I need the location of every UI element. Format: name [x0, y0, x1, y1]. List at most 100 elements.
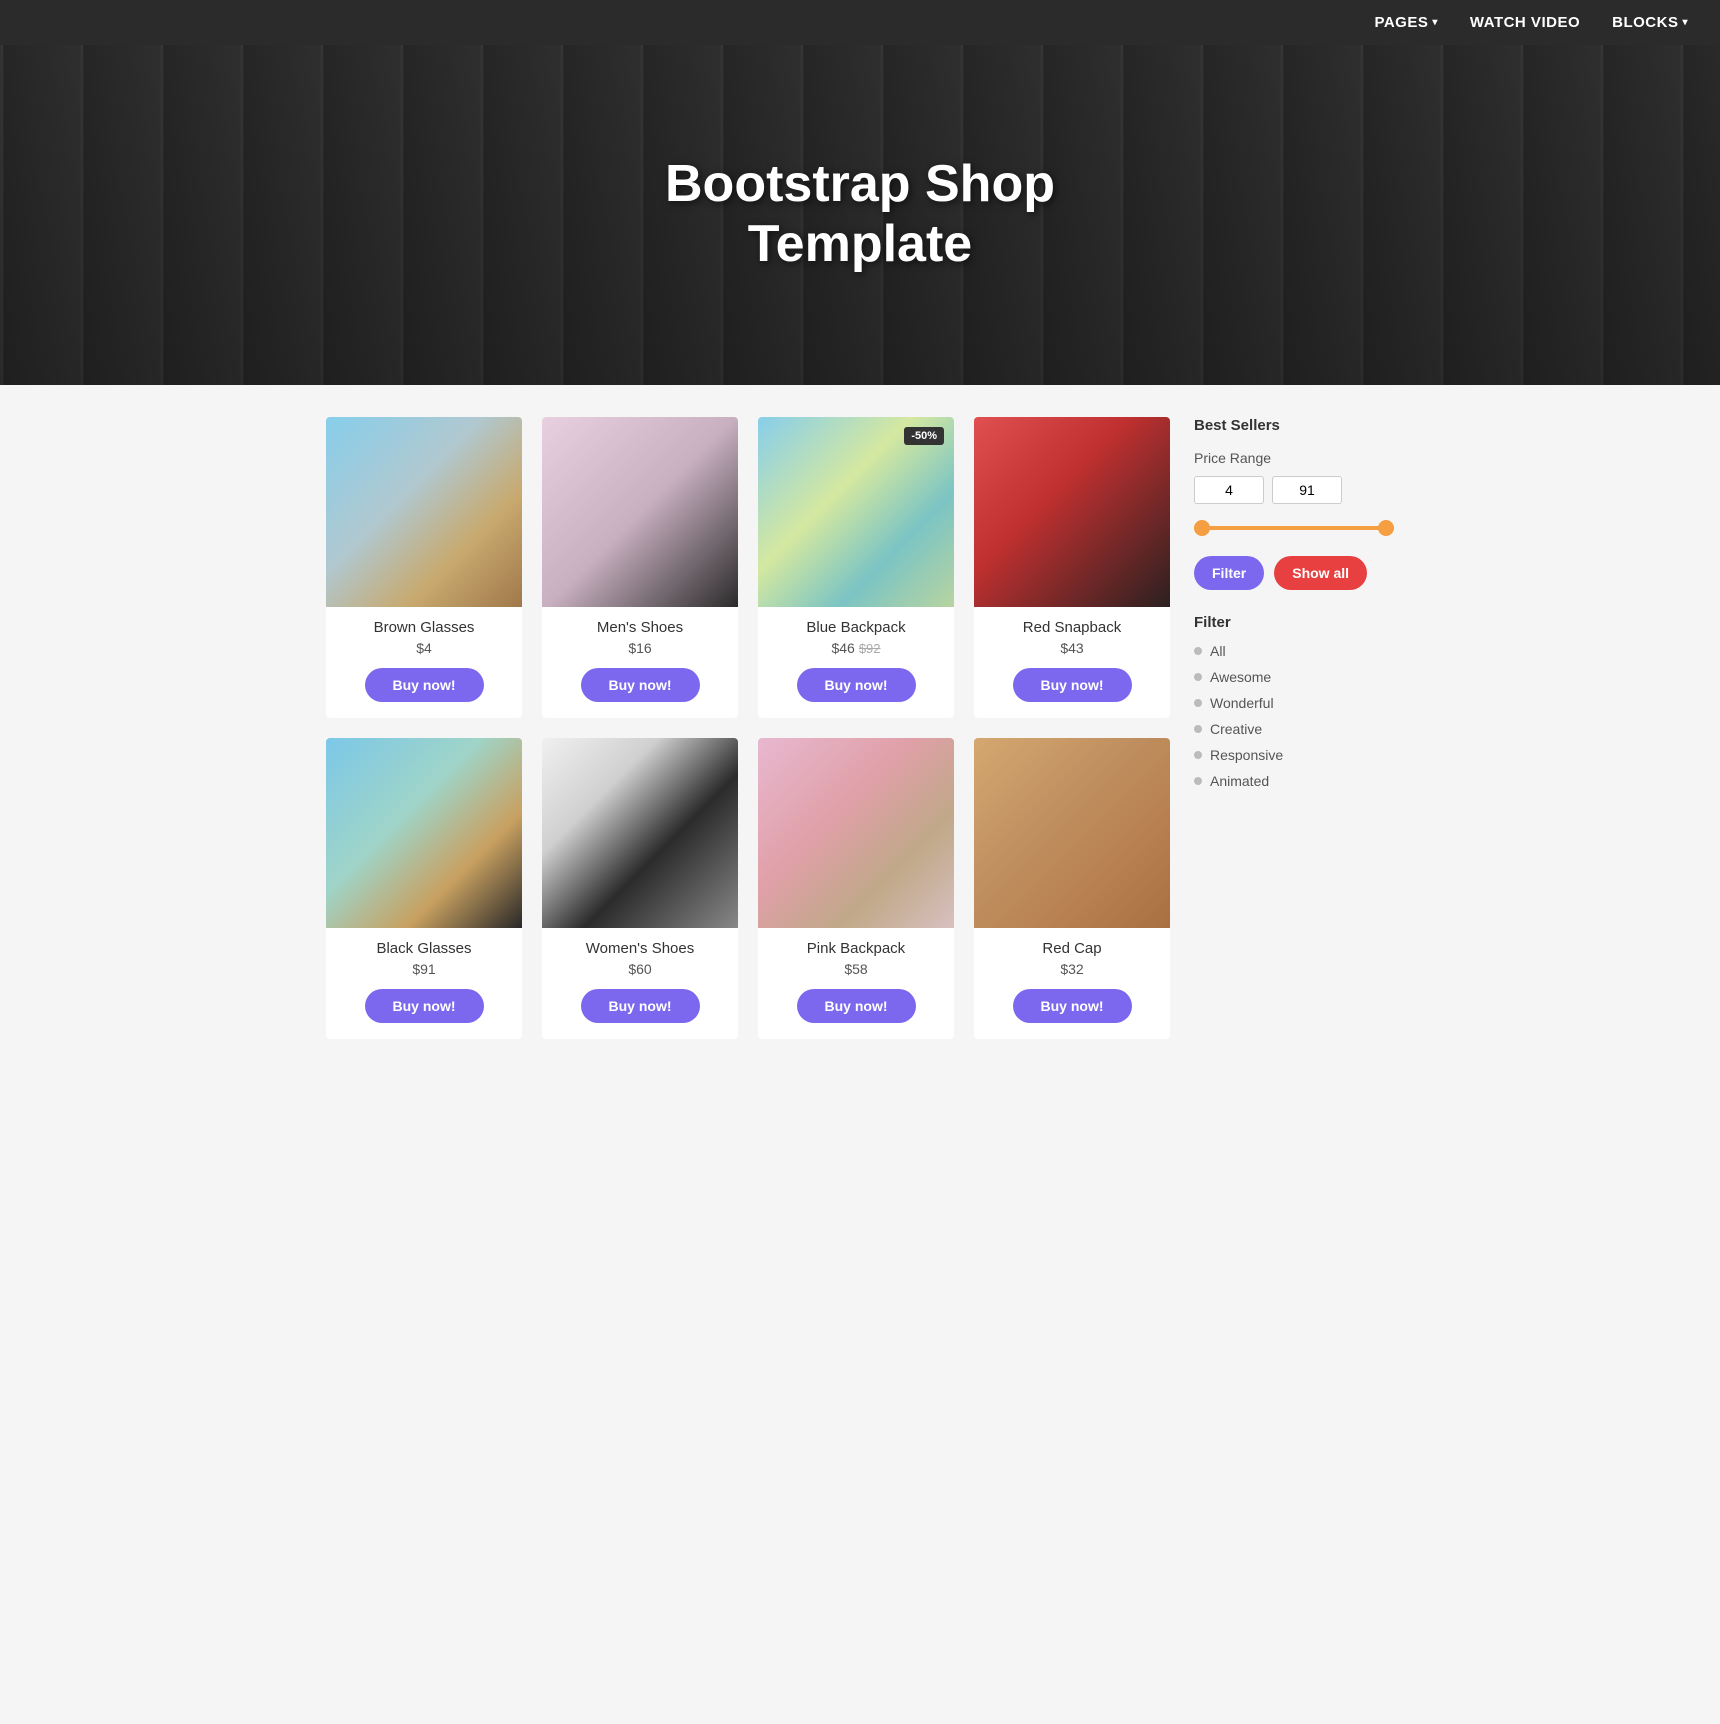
filter-label-all: All — [1210, 643, 1226, 659]
product-card-red-snapback: Red Snapback $43 Buy now! — [974, 417, 1170, 718]
buy-button-pink-backpack[interactable]: Buy now! — [797, 989, 916, 1023]
product-image-blue-backpack: -50% — [758, 417, 954, 607]
product-info-red-cap: Red Cap $32 Buy now! — [974, 928, 1170, 1039]
product-image-brown-glasses — [326, 417, 522, 607]
filter-dot-responsive — [1194, 751, 1202, 759]
product-info-mens-shoes: Men's Shoes$16Buy now! — [542, 607, 738, 718]
product-info-red-snapback: Red Snapback $43 Buy now! — [974, 607, 1170, 718]
product-image-red-snapback — [974, 417, 1170, 607]
price-sale-red-cap: $32 — [1060, 961, 1083, 977]
filter-item-animated[interactable]: Animated — [1194, 773, 1394, 789]
range-thumb-left[interactable] — [1194, 520, 1210, 536]
range-slider[interactable] — [1194, 518, 1394, 538]
product-name-black-glasses: Black Glasses — [336, 940, 512, 957]
product-image-womens-shoes — [542, 738, 738, 928]
product-image-bg-brown-glasses — [326, 417, 522, 607]
sidebar-buttons: Filter Show all — [1194, 556, 1394, 590]
filter-dot-all — [1194, 647, 1202, 655]
filter-label-wonderful: Wonderful — [1210, 695, 1274, 711]
main-container: Brown Glasses$4Buy now!Men's Shoes$16Buy… — [310, 385, 1410, 1071]
product-card-mens-shoes: Men's Shoes$16Buy now! — [542, 417, 738, 718]
product-card-womens-shoes: Women's Shoes $60 Buy now! — [542, 738, 738, 1039]
filter-label-animated: Animated — [1210, 773, 1269, 789]
products-grid: Brown Glasses$4Buy now!Men's Shoes$16Buy… — [326, 417, 1170, 1039]
filter-dot-wonderful — [1194, 699, 1202, 707]
price-sale-blue-backpack: $46 — [831, 640, 854, 656]
show-all-button[interactable]: Show all — [1274, 556, 1367, 590]
best-sellers-section: Best Sellers Price Range Filter Show all — [1194, 417, 1394, 590]
buy-button-mens-shoes[interactable]: Buy now! — [581, 668, 700, 702]
navbar: PAGES▾ WATCH VIDEO BLOCKS▾ — [0, 0, 1720, 45]
product-price-mens-shoes: $16 — [552, 640, 728, 656]
filter-dot-animated — [1194, 777, 1202, 785]
price-sale-red-snapback: $43 — [1060, 640, 1083, 656]
hero-section: Bootstrap Shop Template — [0, 45, 1720, 385]
price-range-label: Price Range — [1194, 450, 1394, 466]
filter-label-responsive: Responsive — [1210, 747, 1283, 763]
buy-button-blue-backpack[interactable]: Buy now! — [797, 668, 916, 702]
buy-button-black-glasses[interactable]: Buy now! — [365, 989, 484, 1023]
product-name-red-snapback: Red Snapback — [984, 619, 1160, 636]
product-name-brown-glasses: Brown Glasses — [336, 619, 512, 636]
product-name-womens-shoes: Women's Shoes — [552, 940, 728, 957]
nav-item-watch-video[interactable]: WATCH VIDEO — [1470, 14, 1580, 31]
product-image-pink-backpack — [758, 738, 954, 928]
product-price-brown-glasses: $4 — [336, 640, 512, 656]
product-price-womens-shoes: $60 — [552, 961, 728, 977]
filter-dot-awesome — [1194, 673, 1202, 681]
product-info-black-glasses: Black Glasses $91 Buy now! — [326, 928, 522, 1039]
filter-title: Filter — [1194, 614, 1394, 631]
product-image-bg-black-glasses — [326, 738, 522, 928]
filter-item-all[interactable]: All — [1194, 643, 1394, 659]
price-sale-pink-backpack: $58 — [844, 961, 867, 977]
price-sale-mens-shoes: $16 — [628, 640, 651, 656]
product-name-pink-backpack: Pink Backpack — [768, 940, 944, 957]
price-inputs — [1194, 476, 1394, 504]
products-section: Brown Glasses$4Buy now!Men's Shoes$16Buy… — [326, 417, 1170, 1039]
buy-button-brown-glasses[interactable]: Buy now! — [365, 668, 484, 702]
product-info-blue-backpack: Blue Backpack $46 $92 Buy now! — [758, 607, 954, 718]
product-info-pink-backpack: Pink Backpack $58 Buy now! — [758, 928, 954, 1039]
price-max-input[interactable] — [1272, 476, 1342, 504]
product-card-blue-backpack: -50% Blue Backpack $46 $92 Buy now! — [758, 417, 954, 718]
filter-section: Filter All Awesome Wonderful Creative Respon… — [1194, 614, 1394, 789]
filter-item-awesome[interactable]: Awesome — [1194, 669, 1394, 685]
filter-item-responsive[interactable]: Responsive — [1194, 747, 1394, 763]
product-info-brown-glasses: Brown Glasses $4 Buy now! — [326, 607, 522, 718]
price-min-input[interactable] — [1194, 476, 1264, 504]
filter-label-awesome: Awesome — [1210, 669, 1271, 685]
buy-button-womens-shoes[interactable]: Buy now! — [581, 989, 700, 1023]
product-card-red-cap: Red Cap $32 Buy now! — [974, 738, 1170, 1039]
nav-item-blocks[interactable]: BLOCKS▾ — [1612, 14, 1688, 31]
product-price-red-snapback: $43 — [984, 640, 1160, 656]
chevron-down-icon: ▾ — [1682, 17, 1688, 28]
product-image-bg-womens-shoes — [542, 738, 738, 928]
filter-button[interactable]: Filter — [1194, 556, 1264, 590]
filter-list: All Awesome Wonderful Creative Responsive Ani… — [1194, 643, 1394, 789]
price-sale-black-glasses: $91 — [412, 961, 435, 977]
product-name-red-cap: Red Cap — [984, 940, 1160, 957]
filter-item-creative[interactable]: Creative — [1194, 721, 1394, 737]
product-info-womens-shoes: Women's Shoes $60 Buy now! — [542, 928, 738, 1039]
product-image-red-cap — [974, 738, 1170, 928]
product-card-pink-backpack: Pink Backpack $58 Buy now! — [758, 738, 954, 1039]
product-image-bg-pink-backpack — [758, 738, 954, 928]
sidebar: Best Sellers Price Range Filter Show all… — [1194, 417, 1394, 1039]
price-sale-brown-glasses: $4 — [416, 640, 432, 656]
product-price-black-glasses: $91 — [336, 961, 512, 977]
product-card-brown-glasses: Brown Glasses $4 Buy now! — [326, 417, 522, 718]
product-image-bg-red-snapback — [974, 417, 1170, 607]
price-sale-womens-shoes: $60 — [628, 961, 651, 977]
filter-item-wonderful[interactable]: Wonderful — [1194, 695, 1394, 711]
buy-button-red-cap[interactable]: Buy now! — [1013, 989, 1132, 1023]
product-price-red-cap: $32 — [984, 961, 1160, 977]
buy-button-red-snapback[interactable]: Buy now! — [1013, 668, 1132, 702]
price-original-blue-backpack: $92 — [859, 641, 881, 656]
product-name-blue-backpack: Blue Backpack — [768, 619, 944, 636]
product-price-blue-backpack: $46 $92 — [768, 640, 944, 656]
filter-dot-creative — [1194, 725, 1202, 733]
range-thumb-right[interactable] — [1378, 520, 1394, 536]
nav-item-pages[interactable]: PAGES▾ — [1374, 14, 1437, 31]
filter-label-creative: Creative — [1210, 721, 1262, 737]
chevron-down-icon: ▾ — [1432, 17, 1438, 28]
